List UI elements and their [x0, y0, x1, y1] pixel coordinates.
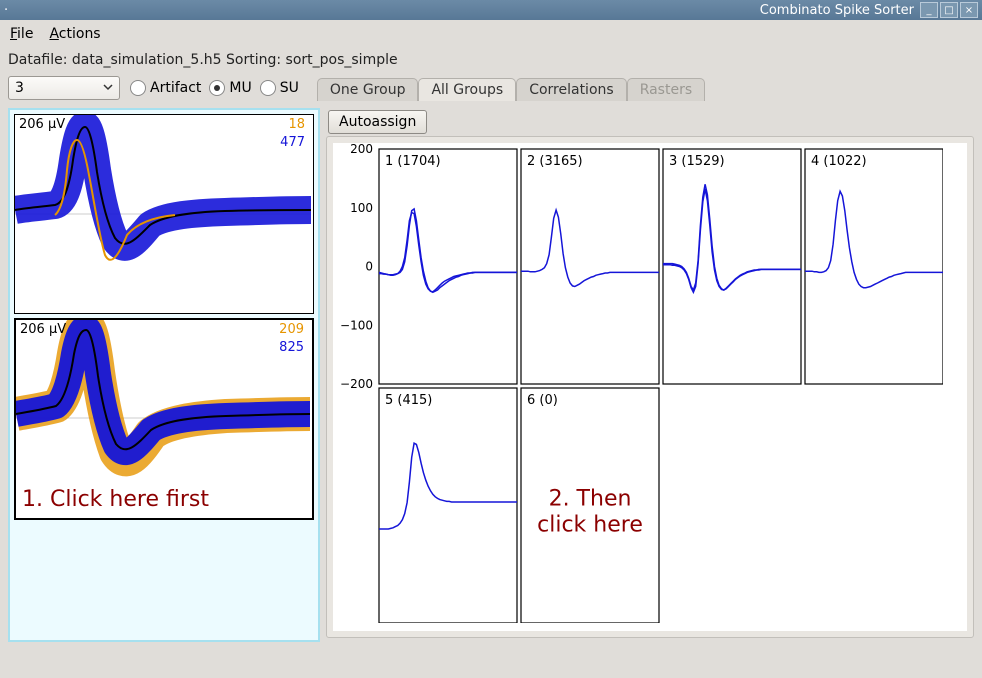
- group-thumb-1[interactable]: 206 µV 18 477: [14, 114, 314, 314]
- menu-actions[interactable]: Actions: [49, 26, 100, 42]
- menubar: File Actions: [0, 20, 982, 48]
- group-thumb-2[interactable]: 206 µV 209 825 1. Click here first: [14, 318, 314, 520]
- channel-select-combo[interactable]: 3: [8, 76, 120, 100]
- window-minimize-button[interactable]: _: [920, 2, 938, 18]
- toolbar-row: 3 Artifact MU SU One Group All Groups Co…: [0, 72, 982, 104]
- window-title: Combinato Spike Sorter: [14, 3, 920, 18]
- radio-mu[interactable]: MU: [209, 80, 251, 96]
- combo-value: 3: [15, 80, 24, 96]
- status-line: Datafile: data_simulation_5.h5 Sorting: …: [0, 48, 982, 72]
- subplot-label: 4 (1022): [811, 154, 867, 169]
- instruction-1: 1. Click here first: [22, 488, 209, 512]
- tab-correlations[interactable]: Correlations: [516, 78, 627, 101]
- radio-dot-icon: [130, 80, 146, 96]
- svg-text:0: 0: [365, 260, 373, 274]
- subplot-4[interactable]: [805, 149, 943, 384]
- all-groups-panel: Autoassign −200 −100 0 100 200 1 (1704) 2 (316…: [326, 108, 974, 638]
- uv-label: 206 µV: [19, 117, 65, 132]
- subplot-label: 1 (1704): [385, 154, 441, 169]
- tab-rasters[interactable]: Rasters: [627, 78, 705, 101]
- radio-artifact[interactable]: Artifact: [130, 80, 201, 96]
- radio-group-type: Artifact MU SU: [130, 80, 299, 96]
- subplot-label: 2 (3165): [527, 154, 583, 169]
- count-blue: 825: [279, 340, 304, 355]
- subplot-label: 3 (1529): [669, 154, 725, 169]
- uv-label: 206 µV: [20, 322, 66, 337]
- tab-one-group[interactable]: One Group: [317, 78, 419, 101]
- autoassign-button[interactable]: Autoassign: [328, 110, 427, 134]
- group-thumb-chart: [15, 115, 311, 313]
- instruction-2: 2. Then: [549, 487, 632, 512]
- chevron-down-icon: [103, 80, 113, 96]
- radio-su[interactable]: SU: [260, 80, 299, 96]
- subplot-5[interactable]: [379, 388, 517, 623]
- subplot-label: 6 (0): [527, 393, 558, 408]
- group-list-panel[interactable]: 206 µV 18 477 206 µV 209 825: [8, 108, 320, 642]
- tab-all-groups[interactable]: All Groups: [418, 78, 516, 101]
- tabbar: One Group All Groups Correlations Raster…: [317, 77, 705, 100]
- workspace: 206 µV 18 477 206 µV 209 825: [0, 104, 982, 672]
- subplot-3[interactable]: [663, 149, 801, 384]
- all-groups-plot-frame: −200 −100 0 100 200 1 (1704) 2 (3165) 3 (1529) 4…: [326, 136, 974, 638]
- svg-text:−100: −100: [340, 318, 373, 332]
- window-maximize-button[interactable]: □: [940, 2, 958, 18]
- count-orange: 209: [279, 322, 304, 337]
- menu-file[interactable]: File: [10, 26, 33, 42]
- count-blue: 477: [280, 135, 305, 150]
- radio-dot-icon: [260, 80, 276, 96]
- instruction-2: click here: [537, 513, 643, 538]
- subplot-1[interactable]: [379, 149, 517, 384]
- subplot-2[interactable]: [521, 149, 659, 384]
- count-orange: 18: [288, 117, 305, 132]
- subplot-label: 5 (415): [385, 393, 432, 408]
- window-titlebar: · Combinato Spike Sorter _ □ ×: [0, 0, 982, 20]
- radio-dot-icon: [209, 80, 225, 96]
- window-close-button[interactable]: ×: [960, 2, 978, 18]
- svg-text:200: 200: [350, 143, 373, 156]
- svg-text:100: 100: [350, 201, 373, 215]
- all-groups-chart[interactable]: −200 −100 0 100 200 1 (1704) 2 (3165) 3 (1529) 4…: [333, 143, 943, 623]
- svg-text:−200: −200: [340, 377, 373, 391]
